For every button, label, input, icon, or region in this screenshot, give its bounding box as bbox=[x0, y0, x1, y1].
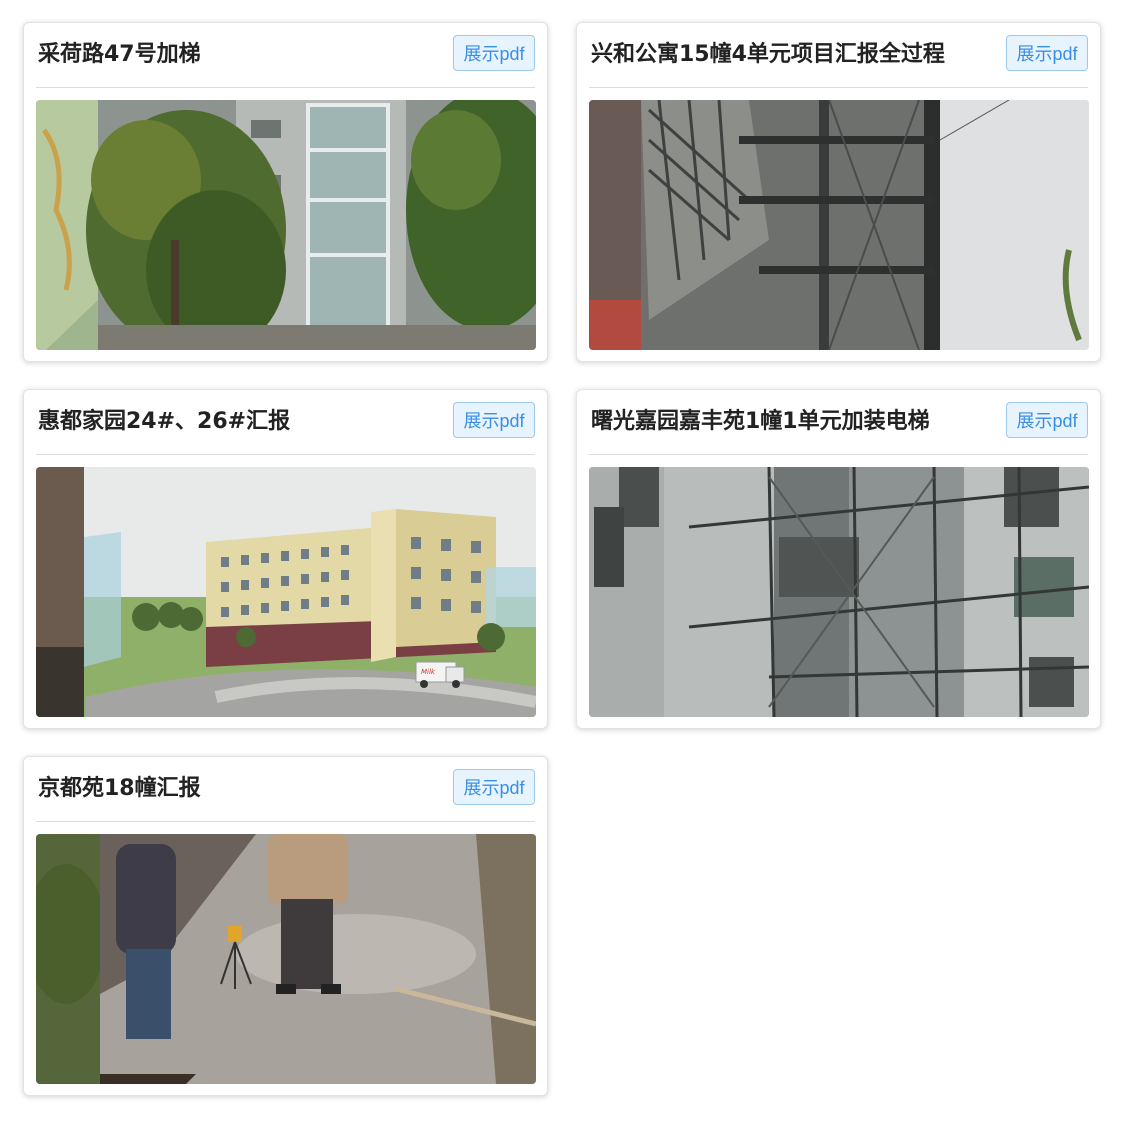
show-pdf-button[interactable]: 展示pdf bbox=[453, 769, 535, 805]
project-card[interactable]: 曙光嘉园嘉丰苑1幢1单元加装电梯 展示pdf bbox=[576, 389, 1101, 729]
project-card-grid: 采荷路47号加梯 展示pdf 兴和公寓15幢4单元项目汇报全过程 展示pdf 惠… bbox=[0, 0, 1135, 1124]
card-title: 兴和公寓15幢4单元项目汇报全过程 bbox=[591, 42, 945, 67]
residential-building-render[interactable]: Milk bbox=[36, 467, 536, 717]
card-title: 京都苑18幢汇报 bbox=[38, 776, 201, 801]
card-title: 曙光嘉园嘉丰苑1幢1单元加装电梯 bbox=[591, 409, 930, 434]
card-header: 惠都家园24#、26#汇报 展示pdf bbox=[36, 390, 535, 455]
project-card[interactable]: 京都苑18幢汇报 展示pdf bbox=[23, 756, 548, 1096]
card-header: 京都苑18幢汇报 展示pdf bbox=[36, 757, 535, 822]
show-pdf-button[interactable]: 展示pdf bbox=[1006, 35, 1088, 71]
card-header: 采荷路47号加梯 展示pdf bbox=[36, 23, 535, 88]
project-card[interactable]: 惠都家园24#、26#汇报 展示pdf Milk bbox=[23, 389, 548, 729]
scaffolding-elevator-photo[interactable] bbox=[589, 467, 1089, 717]
card-title: 惠都家园24#、26#汇报 bbox=[38, 409, 291, 434]
svg-text:Milk: Milk bbox=[421, 668, 436, 676]
workers-site-level-photo[interactable] bbox=[36, 834, 536, 1084]
project-card[interactable]: 兴和公寓15幢4单元项目汇报全过程 展示pdf bbox=[576, 22, 1101, 362]
show-pdf-button[interactable]: 展示pdf bbox=[1006, 402, 1088, 438]
card-header: 兴和公寓15幢4单元项目汇报全过程 展示pdf bbox=[589, 23, 1088, 88]
show-pdf-button[interactable]: 展示pdf bbox=[453, 35, 535, 71]
project-card[interactable]: 采荷路47号加梯 展示pdf bbox=[23, 22, 548, 362]
elevator-shaft-trees-photo[interactable] bbox=[36, 100, 536, 350]
steel-frame-elevator-photo[interactable] bbox=[589, 100, 1089, 350]
show-pdf-button[interactable]: 展示pdf bbox=[453, 402, 535, 438]
card-title: 采荷路47号加梯 bbox=[38, 42, 201, 67]
card-header: 曙光嘉园嘉丰苑1幢1单元加装电梯 展示pdf bbox=[589, 390, 1088, 455]
